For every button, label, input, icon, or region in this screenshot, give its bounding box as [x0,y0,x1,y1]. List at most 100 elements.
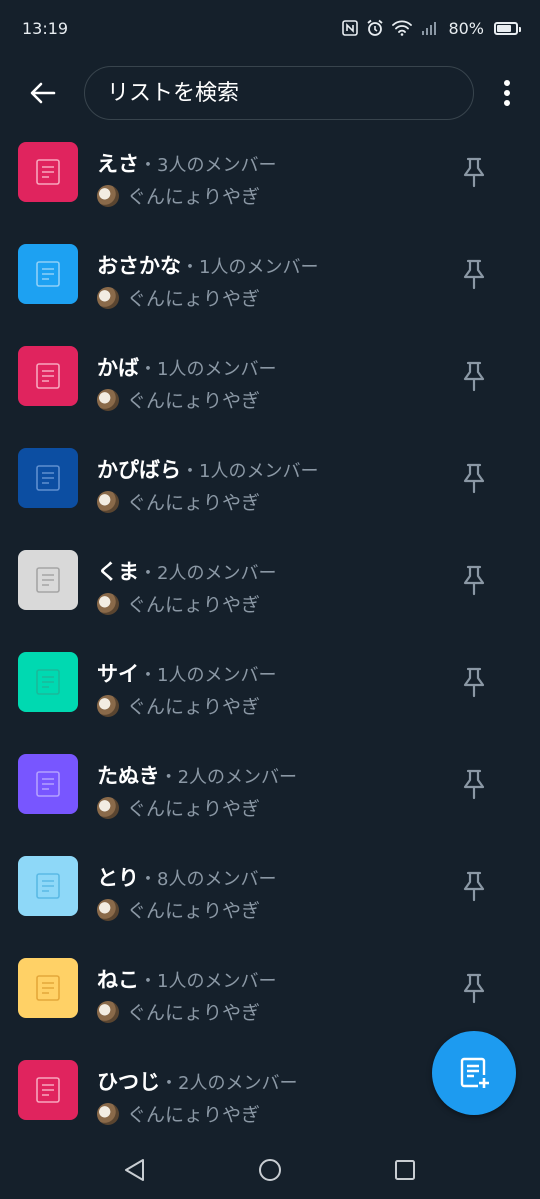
list-owner: ぐんにょりやぎ [97,998,260,1025]
nav-back-button[interactable] [121,1156,149,1184]
owner-name: ぐんにょりやぎ [127,1002,261,1024]
status-time: 13:19 [22,18,69,38]
pin-button[interactable] [460,564,488,596]
pin-icon [463,259,485,290]
list-item[interactable]: おさかな・1人のメンバー ぐんにょりやぎ [0,222,540,324]
list-icon [18,550,78,610]
list-title: かぴばら・1人のメンバー [97,454,318,484]
pin-button[interactable] [460,972,488,1004]
battery-icon [494,21,521,35]
list-owner: ぐんにょりやぎ [97,692,260,719]
pin-icon [463,157,485,188]
owner-name: ぐんにょりやぎ [127,594,261,616]
list-item[interactable]: ねこ・1人のメンバー ぐんにょりやぎ [0,936,540,1038]
list-member-count: ・1人のメンバー [181,257,319,278]
list-item[interactable]: サイ・1人のメンバー ぐんにょりやぎ [0,630,540,732]
pin-button[interactable] [460,156,488,188]
owner-name: ぐんにょりやぎ [127,900,261,922]
list-owner: ぐんにょりやぎ [97,1100,260,1127]
pin-icon [463,361,485,392]
search-box[interactable] [84,66,474,120]
list-title: かば・1人のメンバー [97,352,276,382]
wifi-icon [392,20,413,36]
pin-button[interactable] [460,360,488,392]
list-icon [18,958,78,1018]
nav-recents-button[interactable] [391,1156,419,1184]
pin-icon [463,565,485,596]
list-item[interactable]: えさ・3人のメンバー ぐんにょりやぎ [0,120,540,222]
list-owner: ぐんにょりやぎ [97,794,260,821]
system-nav-bar [0,1140,540,1199]
lists: えさ・3人のメンバー ぐんにょりやぎ おさかな・1人のメンバー ぐんにょりやぎ [0,120,540,1140]
more-options-button[interactable] [496,76,518,110]
list-title: ねこ・1人のメンバー [97,964,276,994]
list-owner: ぐんにょりやぎ [97,488,260,515]
avatar [97,1102,119,1125]
pin-button[interactable] [460,462,488,494]
owner-name: ぐんにょりやぎ [127,390,261,412]
back-button[interactable] [28,78,58,108]
avatar [97,490,119,513]
list-item[interactable]: かば・1人のメンバー ぐんにょりやぎ [0,324,540,426]
list-name: ねこ [97,968,139,992]
list-name: かば [97,356,139,380]
avatar [97,1000,119,1023]
nav-home-icon [259,1159,281,1181]
avatar [97,184,119,207]
list-title: おさかな・1人のメンバー [97,250,318,280]
list-icon [18,1060,78,1120]
list-owner: ぐんにょりやぎ [97,386,260,413]
status-bar: 13:19 80% [0,0,540,56]
add-list-icon [460,1057,489,1088]
list-name: おさかな [97,254,181,278]
list-title: ひつじ・2人のメンバー [97,1066,297,1096]
list-member-count: ・2人のメンバー [139,563,277,584]
list-title: たぬき・2人のメンバー [97,760,297,790]
pin-button[interactable] [460,768,488,800]
battery-percent: 80% [448,18,484,38]
owner-name: ぐんにょりやぎ [127,798,261,820]
nav-home-button[interactable] [256,1156,284,1184]
list-item[interactable]: とり・8人のメンバー ぐんにょりやぎ [0,834,540,936]
list-member-count: ・8人のメンバー [139,869,277,890]
list-item[interactable]: くま・2人のメンバー ぐんにょりやぎ [0,528,540,630]
list-item[interactable]: かぴばら・1人のメンバー ぐんにょりやぎ [0,426,540,528]
list-icon [18,652,78,712]
avatar [97,286,119,309]
owner-name: ぐんにょりやぎ [127,492,261,514]
top-bar [0,66,540,120]
list-name: かぴばら [97,458,181,482]
list-item[interactable]: たぬき・2人のメンバー ぐんにょりやぎ [0,732,540,834]
search-input[interactable] [105,79,473,107]
list-member-count: ・3人のメンバー [139,155,277,176]
create-list-button[interactable] [432,1031,516,1115]
pin-button[interactable] [460,258,488,290]
list-member-count: ・1人のメンバー [139,359,277,380]
avatar [97,388,119,411]
list-title: サイ・1人のメンバー [97,658,276,688]
list-name: たぬき [97,764,160,788]
owner-name: ぐんにょりやぎ [127,696,261,718]
pin-icon [463,769,485,800]
avatar [97,592,119,615]
list-name: えさ [97,152,139,176]
pin-button[interactable] [460,666,488,698]
owner-name: ぐんにょりやぎ [127,1104,261,1126]
list-icon [18,346,78,406]
list-owner: ぐんにょりやぎ [97,182,260,209]
status-icons: 80% [342,18,521,38]
list-member-count: ・2人のメンバー [159,767,298,788]
alarm-icon [366,19,384,37]
list-icon [18,448,78,508]
list-title: えさ・3人のメンバー [97,148,276,178]
list-member-count: ・1人のメンバー [139,665,277,686]
list-name: サイ [97,662,139,686]
list-member-count: ・1人のメンバー [139,971,277,992]
nfc-icon [342,20,359,36]
list-name: ひつじ [97,1070,160,1094]
list-icon [18,142,78,202]
pin-button[interactable] [460,870,488,902]
list-member-count: ・1人のメンバー [181,461,319,482]
list-name: とり [97,866,139,890]
pin-icon [463,463,485,494]
